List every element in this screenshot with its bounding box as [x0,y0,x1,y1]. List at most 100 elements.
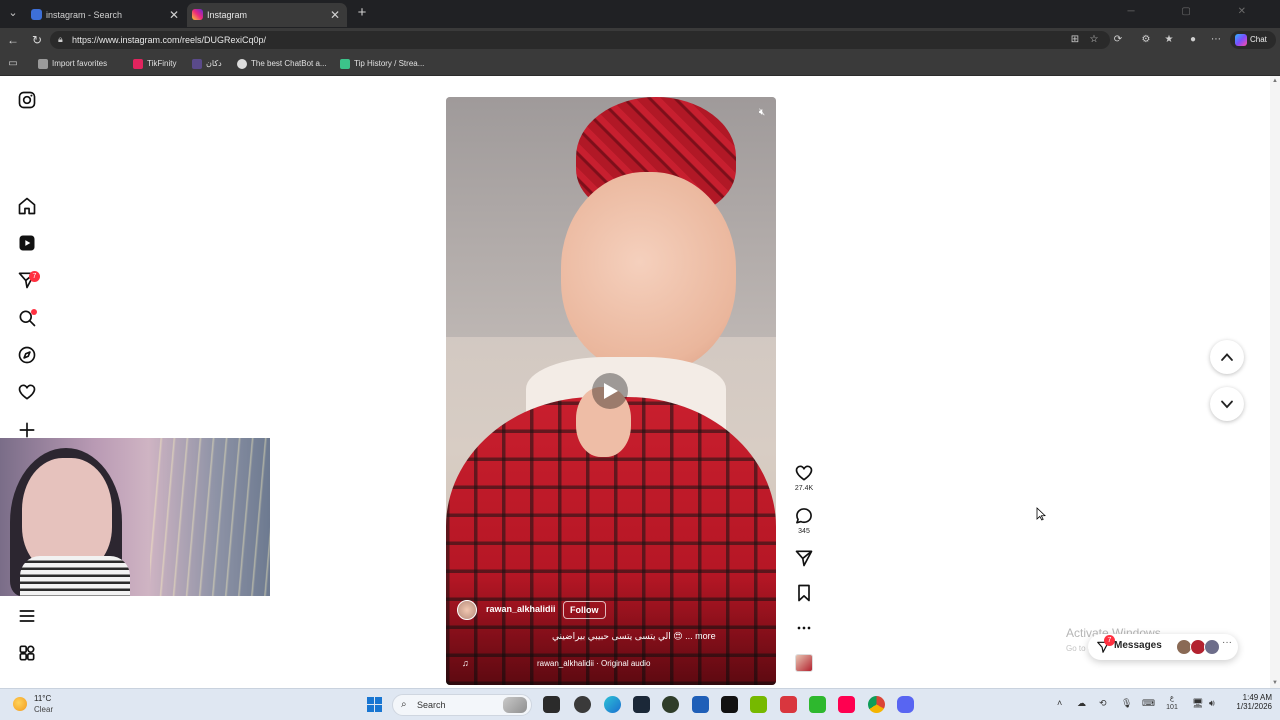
keyboard-icon[interactable]: ⌨ [1142,698,1155,709]
create-icon[interactable] [17,420,37,440]
like-heart-icon[interactable] [794,463,814,483]
bookmark-label: Tip History / Strea... [354,59,425,68]
copilot-icon [1235,34,1247,46]
discord-icon[interactable] [897,696,914,713]
next-reel-button[interactable] [1210,387,1244,421]
site-info-icon[interactable]: 🔒︎ [58,34,68,44]
play-button[interactable] [592,373,628,409]
messages-button[interactable]: 7 Messages ··· [1088,634,1238,660]
xbox-icon[interactable] [662,696,679,713]
address-bar[interactable]: 🔒︎ https://www.instagram.com/reels/DUGRe… [50,31,1110,49]
new-tab-button[interactable]: + [352,3,372,23]
weather-moon-icon[interactable] [13,697,27,711]
instagram-icon[interactable] [17,90,37,110]
app-icon[interactable] [721,696,738,713]
bookmark-tikfinity[interactable]: TikFinity [133,52,176,76]
tab-actions-chevron-icon[interactable]: ⌄ [4,4,22,22]
chatbot-icon [237,59,247,69]
store-icon[interactable] [692,696,709,713]
play-icon [604,383,618,399]
messages-label: Messages [1114,640,1162,651]
tab-label: instagram - Search [46,10,123,20]
extension-icon[interactable]: ⟳ [1111,33,1125,47]
bookmark-dukkan[interactable]: دكان [192,52,222,76]
more-options-icon[interactable] [794,618,814,638]
edge-icon[interactable] [604,696,621,713]
bookmark-chatbot[interactable]: The best ChatBot a... [237,52,327,76]
settings-more-icon[interactable]: ⋯ [1209,33,1223,47]
home-icon[interactable] [17,196,37,216]
onedrive-cloud-icon[interactable]: ☁ [1077,698,1086,709]
heart-icon[interactable] [17,382,37,402]
app-red-icon[interactable] [780,696,797,713]
close-tab-icon[interactable]: ✕ [169,3,179,27]
task-view-icon[interactable] [543,696,560,713]
favorite-star-icon[interactable]: ☆ [1087,33,1101,47]
nvidia-icon[interactable] [750,696,767,713]
share-icon[interactable] [794,548,814,568]
tab-instagram-search[interactable]: instagram - Search ✕ [26,3,186,27]
scroll-down-arrow-icon[interactable]: ▼ [1272,680,1278,686]
mouse-cursor-icon [1036,507,1046,521]
bookmark-label: TikFinity [147,59,177,68]
chat-label: Chat [1250,35,1267,44]
page-scrollbar[interactable]: ▲ ▼ [1270,76,1280,688]
weather-condition[interactable]: Clear [34,705,53,714]
author-avatar[interactable] [457,600,477,620]
reels-icon[interactable] [17,233,37,253]
chrome-icon[interactable] [868,696,885,713]
audio-track[interactable]: rawan_alkhalidii · Original audio [537,659,650,668]
bookmark-import-favorites[interactable]: Import favorites [38,52,107,76]
explore-icon[interactable] [17,345,37,365]
mute-icon[interactable]: 🔇︎ [755,106,769,120]
refresh-icon[interactable]: ↻ [29,32,45,48]
music-note-icon: ♫ [462,658,469,668]
tiktok-icon[interactable] [838,696,855,713]
video-bottom-shade [446,575,776,685]
url-text[interactable]: https://www.instagram.com/reels/DUGRexiC… [72,31,266,49]
search-favicon-icon [31,9,42,20]
collections-icon[interactable]: ▭ [6,57,20,71]
comment-icon[interactable] [794,506,814,526]
start-windows-icon[interactable] [367,697,382,712]
app-green-icon[interactable] [809,696,826,713]
follow-button[interactable]: Follow [563,601,606,619]
reel-caption[interactable]: الي يتسى يتسى حبيبي بيراضيني 😍 ... more [552,631,716,642]
taskbar-search[interactable]: ⌕ Search [392,694,532,716]
tip-history-icon [340,59,350,69]
folder-icon [38,59,48,69]
weather-temp[interactable]: 11°C [34,694,51,703]
microphone-icon[interactable]: 🎙︎ [1121,698,1132,709]
steam-icon[interactable] [633,696,650,713]
video-face [561,172,736,372]
tab-label: Instagram [207,10,248,20]
extensions-icon[interactable]: ⚙ [1139,33,1153,47]
profile-avatar[interactable]: ● [1186,33,1200,47]
language-indicator[interactable]: ع 101 [1166,694,1178,712]
scroll-up-arrow-icon[interactable]: ▲ [1272,78,1278,84]
window-controls[interactable]: ─ ▢ ✕ [1128,6,1268,17]
chevron-up-icon [1221,353,1233,361]
bookmarks-bar: ▭ Import favorites TikFinity دكان The be… [0,52,1280,76]
tray-overflow-chevron-icon[interactable]: ˄ [1057,698,1062,708]
back-arrow-icon[interactable]: ← [5,32,21,48]
apps-icon[interactable] [17,643,37,663]
system-clock[interactable]: 1:49 AM 1/31/2026 [1226,693,1272,711]
audio-thumbnail[interactable] [795,654,813,672]
previous-reel-button[interactable] [1210,340,1244,374]
bookmark-label: Import favorites [52,59,108,68]
tab-instagram[interactable]: Instagram ✕ [187,3,347,27]
save-bookmark-icon[interactable] [794,583,814,603]
bookmark-tip-history[interactable]: Tip History / Strea... [340,52,424,76]
close-tab-icon[interactable]: ✕ [330,3,340,27]
volume-icon[interactable]: 🔊︎ [1209,698,1215,709]
sync-icon[interactable]: ⟲ [1099,698,1107,709]
menu-icon[interactable] [17,606,37,626]
copilot-chat-button[interactable]: Chat [1230,31,1276,49]
obs-icon[interactable] [574,696,591,713]
network-icon[interactable]: 🖥︎ [1192,698,1203,709]
favorites-icon[interactable]: ★ [1162,33,1176,47]
app-available-icon[interactable]: ⊞ [1068,33,1082,47]
taskbar-search-label: Search [417,700,446,710]
author-username[interactable]: rawan_alkhalidii [486,604,556,614]
